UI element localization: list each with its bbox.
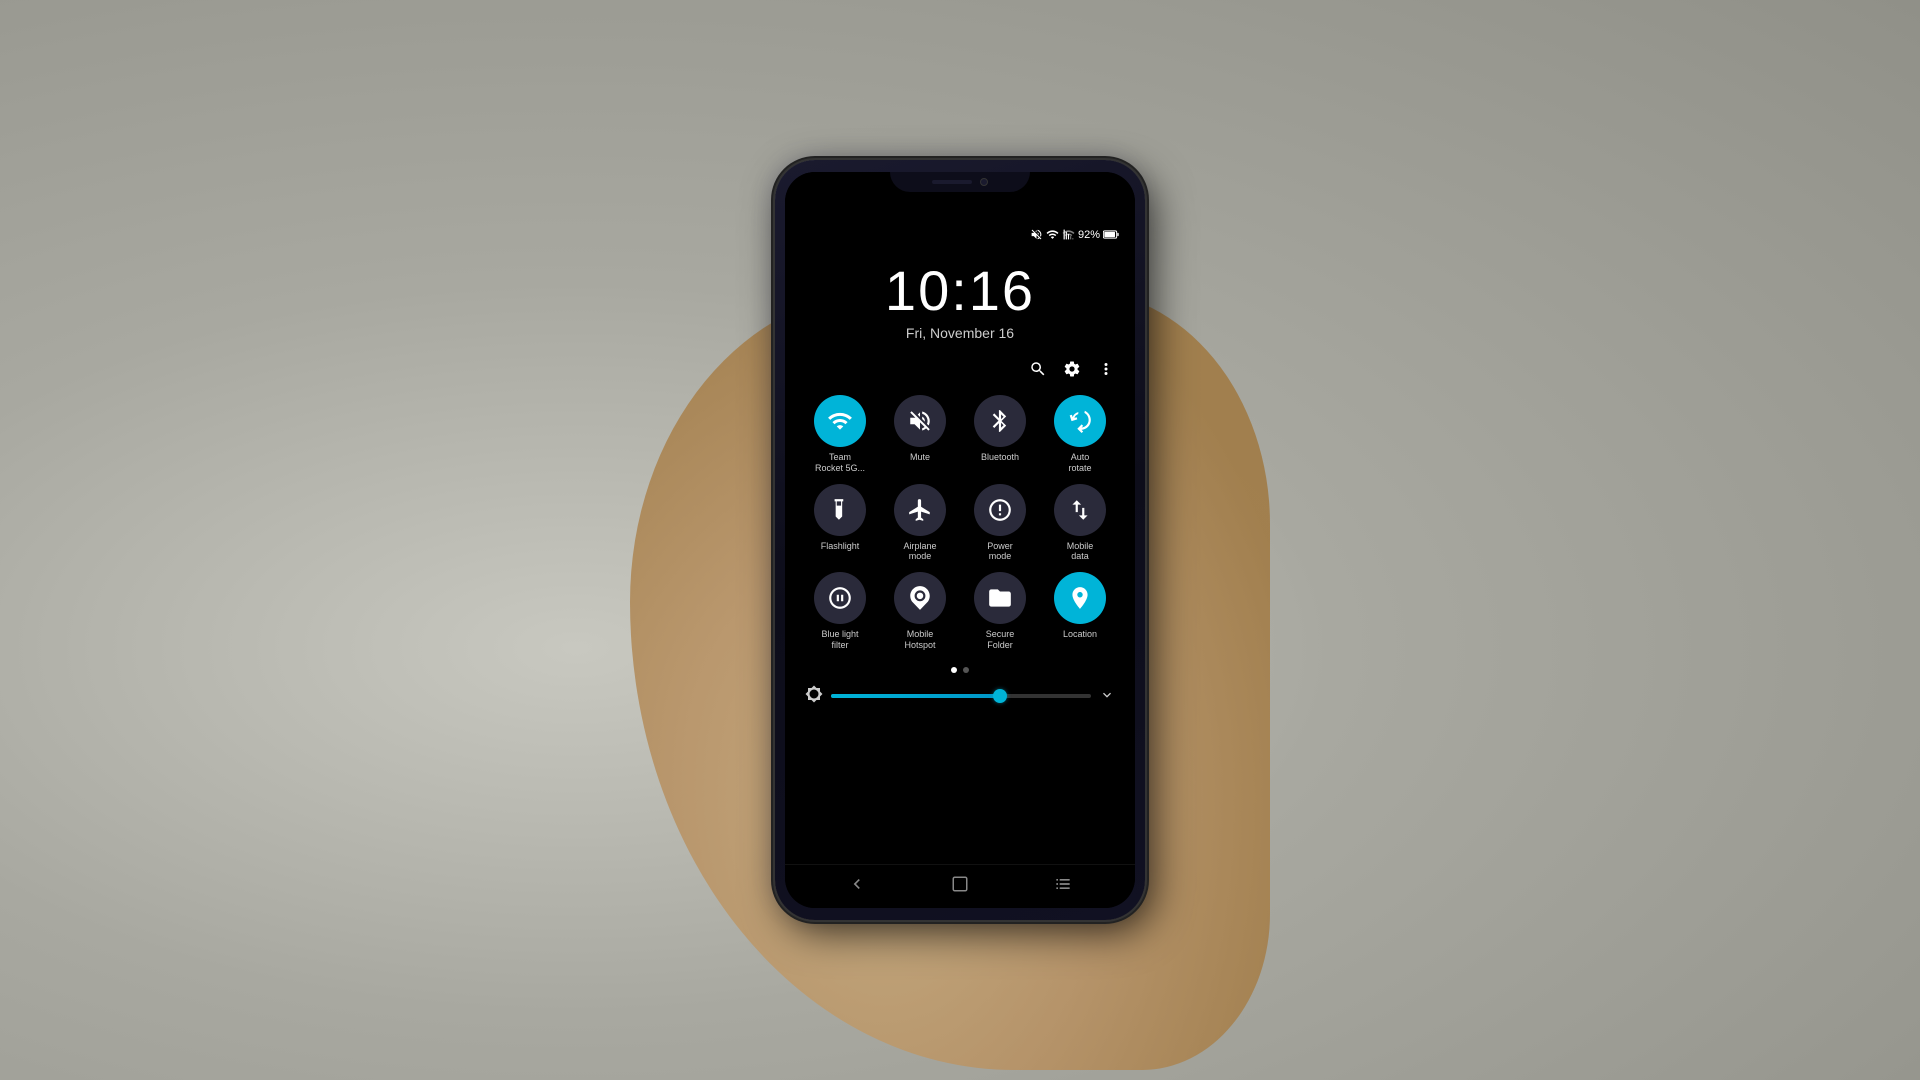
clock-date: Fri, November 16 bbox=[785, 325, 1135, 341]
page-dot-1 bbox=[951, 667, 957, 673]
auto-rotate-tile-icon bbox=[1054, 395, 1106, 447]
battery-percentage: 92% bbox=[1078, 229, 1100, 241]
phone-screen: 92% 10:16 Fri, November 16 bbox=[785, 172, 1135, 908]
brightness-track[interactable] bbox=[831, 694, 1091, 698]
tile-airplane[interactable]: Airplanemode bbox=[885, 484, 955, 563]
front-camera bbox=[980, 178, 988, 186]
brightness-thumb[interactable] bbox=[993, 689, 1007, 703]
tile-blue-light[interactable]: Blue lightfilter bbox=[805, 572, 875, 651]
tile-mobile-data[interactable]: Mobiledata bbox=[1045, 484, 1115, 563]
mobile-data-tile-icon bbox=[1054, 484, 1106, 536]
tile-flashlight[interactable]: Flashlight bbox=[805, 484, 875, 563]
tile-location[interactable]: Location bbox=[1045, 572, 1115, 651]
blue-light-tile-icon bbox=[814, 572, 866, 624]
bluetooth-tile-label: Bluetooth bbox=[981, 452, 1019, 463]
clock-area: 10:16 Fri, November 16 bbox=[785, 243, 1135, 356]
nav-recents-icon[interactable] bbox=[1053, 874, 1073, 899]
power-mode-tile-icon bbox=[974, 484, 1026, 536]
notch-bar bbox=[890, 172, 1030, 192]
nav-back-icon[interactable] bbox=[847, 874, 867, 899]
phone-device: 92% 10:16 Fri, November 16 bbox=[775, 160, 1145, 920]
airplane-tile-icon bbox=[894, 484, 946, 536]
secure-folder-tile-label: SecureFolder bbox=[986, 629, 1015, 651]
brightness-icon bbox=[805, 685, 823, 708]
power-mode-tile-label: Powermode bbox=[987, 541, 1013, 563]
wifi-status-icon bbox=[1046, 228, 1059, 241]
tile-hotspot[interactable]: MobileHotspot bbox=[885, 572, 955, 651]
auto-rotate-tile-label: Autorotate bbox=[1068, 452, 1091, 474]
tile-auto-rotate[interactable]: Autorotate bbox=[1045, 395, 1115, 474]
blue-light-tile-label: Blue lightfilter bbox=[821, 629, 858, 651]
brightness-fill bbox=[831, 694, 1000, 698]
tile-secure-folder[interactable]: SecureFolder bbox=[965, 572, 1035, 651]
mobile-data-tile-label: Mobiledata bbox=[1067, 541, 1094, 563]
quick-settings-panel: TeamRocket 5G... Mute Blue bbox=[785, 356, 1135, 864]
navigation-bar bbox=[785, 864, 1135, 908]
tile-power-mode[interactable]: Powermode bbox=[965, 484, 1035, 563]
speaker bbox=[932, 180, 972, 184]
nav-home-icon[interactable] bbox=[951, 875, 969, 898]
wifi-tile-icon bbox=[814, 395, 866, 447]
tile-bluetooth[interactable]: Bluetooth bbox=[965, 395, 1035, 474]
bluetooth-tile-icon bbox=[974, 395, 1026, 447]
qs-search-icon[interactable] bbox=[1029, 360, 1047, 383]
status-icons: 92% bbox=[1030, 228, 1119, 241]
mute-icon bbox=[1030, 228, 1043, 241]
location-tile-icon bbox=[1054, 572, 1106, 624]
secure-folder-tile-icon bbox=[974, 572, 1026, 624]
tile-wifi[interactable]: TeamRocket 5G... bbox=[805, 395, 875, 474]
battery-icon bbox=[1103, 228, 1119, 241]
location-tile-label: Location bbox=[1063, 629, 1097, 640]
page-dot-2 bbox=[963, 667, 969, 673]
airplane-tile-label: Airplanemode bbox=[903, 541, 936, 563]
page-indicator bbox=[805, 661, 1115, 679]
tile-mute[interactable]: Mute bbox=[885, 395, 955, 474]
qs-action-row bbox=[805, 356, 1115, 395]
brightness-control[interactable] bbox=[805, 679, 1115, 716]
flashlight-tile-label: Flashlight bbox=[821, 541, 860, 552]
qs-settings-icon[interactable] bbox=[1063, 360, 1081, 383]
qs-more-icon[interactable] bbox=[1097, 360, 1115, 383]
hotspot-tile-label: MobileHotspot bbox=[904, 629, 935, 651]
status-bar: 92% bbox=[785, 222, 1135, 243]
phone-scene: 92% 10:16 Fri, November 16 bbox=[710, 90, 1210, 990]
phone-notch bbox=[785, 172, 1135, 222]
mute-tile-icon bbox=[894, 395, 946, 447]
signal-icon bbox=[1062, 228, 1075, 241]
wifi-tile-label: TeamRocket 5G... bbox=[815, 452, 865, 474]
hotspot-tile-icon bbox=[894, 572, 946, 624]
brightness-expand-icon[interactable] bbox=[1099, 687, 1115, 706]
clock-time: 10:16 bbox=[785, 263, 1135, 319]
quick-settings-tiles: TeamRocket 5G... Mute Blue bbox=[805, 395, 1115, 651]
flashlight-tile-icon bbox=[814, 484, 866, 536]
mute-tile-label: Mute bbox=[910, 452, 930, 463]
